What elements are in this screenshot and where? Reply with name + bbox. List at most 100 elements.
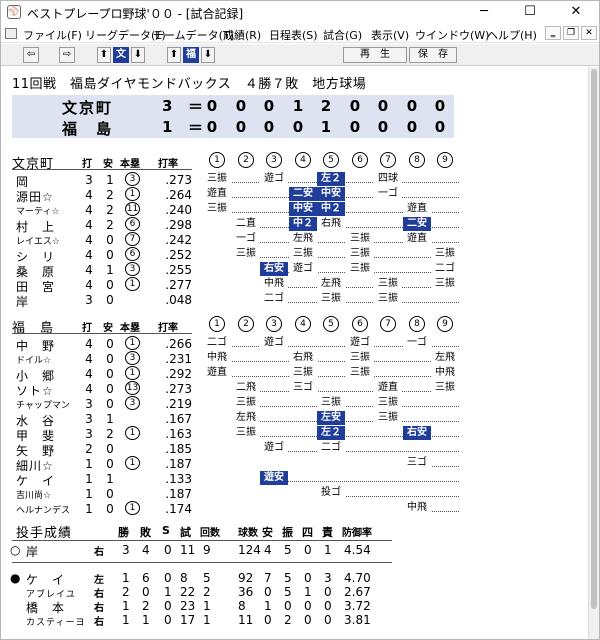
pitcher-stat-g: 22 bbox=[180, 585, 196, 599]
at-bat-result: 中飛 bbox=[403, 501, 431, 515]
menu-team-data[interactable]: チームデータ(T) bbox=[153, 27, 234, 43]
player-home-run-count: 6 bbox=[125, 247, 140, 261]
at-bat-track bbox=[260, 451, 459, 452]
at-bat-result: 遊ゴ bbox=[346, 336, 374, 350]
player-hits: 0 bbox=[106, 233, 114, 247]
player-avg: .187 bbox=[165, 457, 192, 471]
pitcher-stat-bb: 0 bbox=[304, 571, 312, 585]
player-home-run-count: 1 bbox=[125, 187, 140, 201]
scrollbar-thumb[interactable] bbox=[591, 69, 597, 609]
player-home-run-count: 3 bbox=[125, 351, 140, 365]
prev-arrow-icon[interactable]: ⇦ bbox=[23, 47, 39, 63]
player-name: ヘルナンデス bbox=[16, 506, 71, 516]
pitcher-stat-era: 4.70 bbox=[344, 571, 371, 585]
pitcher-hand: 右 bbox=[94, 547, 104, 558]
player-avg: .264 bbox=[165, 188, 192, 202]
menu-window[interactable]: ウインドウ(W) bbox=[415, 27, 489, 43]
player-avg: .167 bbox=[165, 412, 192, 426]
menu-help[interactable]: ヘルプ(H) bbox=[487, 27, 537, 43]
pitcher-stat-er: 0 bbox=[324, 613, 332, 627]
at-bat-result: 三振 bbox=[317, 292, 345, 306]
inning-header-circle: 3 bbox=[266, 316, 282, 332]
menu-game[interactable]: 試合(G) bbox=[323, 27, 362, 43]
pitching-divider bbox=[12, 562, 392, 563]
pitching-header: 振 bbox=[282, 526, 293, 539]
player-row: 中 野 4 0 1.266 二ゴ 遊ゴ 遊ゴ 一ゴ bbox=[2, 336, 588, 353]
linescore-inning-run: 0 bbox=[377, 97, 389, 115]
player-row: 田 宮 4 0 1.277 中飛 左飛 三振 三振 bbox=[2, 277, 588, 294]
player-hits: 0 bbox=[106, 382, 114, 396]
pitcher-stat-era: 3.81 bbox=[344, 613, 371, 627]
section-divider bbox=[12, 333, 192, 334]
player-row: ケ イ 1 1.133 遊安 bbox=[2, 471, 588, 488]
at-bat-result: 中２ bbox=[289, 217, 317, 231]
player-at-bats: 4 bbox=[85, 218, 93, 232]
linescore-row: 福 島 1 ＝ 0 0 0 0 1 0 0 0 0 bbox=[12, 116, 454, 138]
pitcher-stat-np: 11 bbox=[238, 613, 254, 627]
menu-file[interactable]: ファイル(F) bbox=[23, 27, 82, 43]
linescore-inning-run: 0 bbox=[263, 118, 275, 136]
player-avg: .298 bbox=[165, 218, 192, 232]
pitcher-stat-so: 0 bbox=[284, 599, 292, 613]
at-bat-track bbox=[203, 361, 459, 362]
at-bat-result: 遊ゴ bbox=[260, 441, 288, 455]
player-hits: 0 bbox=[106, 457, 114, 471]
at-bat-result: 二ゴ bbox=[431, 262, 459, 276]
pitching-header: 責 bbox=[322, 526, 333, 539]
pitcher-mark: ● bbox=[10, 571, 21, 585]
close-button[interactable]: ✕ bbox=[553, 1, 599, 24]
at-bat-result: 左飛 bbox=[232, 411, 260, 425]
linescore-team[interactable]: 文京町 bbox=[62, 97, 113, 118]
pitcher-name: カスティーヨ bbox=[26, 618, 86, 628]
at-bat-result: 三振 bbox=[203, 172, 231, 186]
player-at-bats: 2 bbox=[85, 442, 93, 456]
maximize-button[interactable]: ☐ bbox=[507, 1, 553, 24]
pitcher-stat-h: 7 bbox=[264, 571, 272, 585]
document-icon[interactable] bbox=[5, 28, 17, 39]
mdi-minimize-icon[interactable]: ‗ bbox=[545, 26, 561, 40]
save-button[interactable]: 保 存 bbox=[409, 47, 457, 63]
inning-header-circle: 2 bbox=[238, 316, 254, 332]
pitcher-stat-ip: 1 bbox=[203, 599, 211, 613]
pitcher-hand: 右 bbox=[94, 603, 104, 614]
inning-header-circle: 8 bbox=[409, 316, 425, 332]
pitcher-stat-w: 1 bbox=[122, 599, 130, 613]
pitcher-stat-np: 124 bbox=[238, 543, 261, 557]
menu-view[interactable]: 表示(V) bbox=[371, 27, 409, 43]
player-hits: 0 bbox=[106, 248, 114, 262]
up-arrow-icon[interactable]: ⬆ bbox=[97, 47, 111, 63]
at-bat-result: 遊直 bbox=[374, 381, 402, 395]
menu-bar: ファイル(F) リーグデータ(L) チームデータ(T) 成績(R) 日程表(S)… bbox=[1, 24, 599, 43]
pitcher-stat-l: 1 bbox=[142, 613, 150, 627]
baseball-cap-icon: ⚾ bbox=[7, 5, 21, 19]
play-button[interactable]: 再 生 bbox=[343, 47, 407, 63]
up-arrow-icon[interactable]: ⬆ bbox=[167, 47, 181, 63]
down-arrow-icon[interactable]: ⬇ bbox=[131, 47, 145, 63]
team2-toggle[interactable]: 福 bbox=[183, 47, 199, 63]
pitcher-stat-l: 0 bbox=[142, 585, 150, 599]
player-name: マーティ☆ bbox=[16, 207, 60, 217]
header-at-bats: 打 bbox=[82, 159, 92, 170]
player-avg: .266 bbox=[165, 337, 192, 351]
at-bat-result: 三振 bbox=[289, 366, 317, 380]
player-at-bats: 4 bbox=[85, 233, 93, 247]
next-arrow-icon[interactable]: ⇨ bbox=[59, 47, 75, 63]
at-bat-result: 右安 bbox=[260, 262, 288, 276]
menu-schedule[interactable]: 日程表(S) bbox=[269, 27, 318, 43]
player-row: 細川☆ 1 0 1.187 三ゴ bbox=[2, 456, 588, 473]
menu-stats[interactable]: 成績(R) bbox=[223, 27, 261, 43]
at-bat-result: 左飛 bbox=[431, 351, 459, 365]
linescore-team[interactable]: 福 島 bbox=[62, 118, 113, 139]
player-avg: .292 bbox=[165, 367, 192, 381]
vertical-scrollbar[interactable] bbox=[588, 67, 599, 639]
player-home-run-count: 3 bbox=[125, 172, 140, 186]
down-arrow-icon[interactable]: ⬇ bbox=[201, 47, 215, 63]
linescore-inning-run: 0 bbox=[206, 118, 218, 136]
mdi-restore-icon[interactable]: ❐ bbox=[563, 26, 579, 40]
linescore-runs: 1 bbox=[162, 118, 173, 136]
pitcher-stat-l: 2 bbox=[142, 599, 150, 613]
minimize-button[interactable]: ─ bbox=[461, 1, 507, 24]
pitching-header: 回数 bbox=[200, 528, 220, 539]
team1-toggle[interactable]: 文 bbox=[113, 47, 129, 63]
mdi-close-icon[interactable]: ✕ bbox=[581, 26, 597, 40]
